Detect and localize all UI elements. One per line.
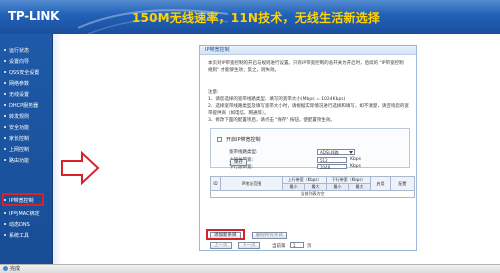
bullet-icon bbox=[4, 93, 6, 95]
sidebar-item-label: 上网控制 bbox=[9, 146, 30, 153]
bullet-icon bbox=[4, 137, 6, 139]
highlight-box-active-item bbox=[2, 193, 44, 206]
sidebar-item-security[interactable]: 安全功能 bbox=[0, 122, 53, 132]
sidebar-item-label: 运行状态 bbox=[9, 47, 30, 54]
sidebar-item-label: 路由功能 bbox=[9, 157, 30, 164]
col-downlink: 下行带宽（Kbps） bbox=[326, 176, 372, 184]
sidebar-item-label: 安全功能 bbox=[9, 124, 30, 131]
prev-page-button[interactable]: 上一页 bbox=[210, 242, 232, 249]
status-text: 完成 bbox=[10, 266, 21, 272]
sidebar-item-label: 动态DNS bbox=[9, 221, 30, 228]
bullet-icon bbox=[4, 234, 6, 236]
sidebar-item-dhcp[interactable]: DHCP服务器 bbox=[0, 100, 53, 110]
arrow-right-icon bbox=[61, 150, 100, 186]
sidebar-item-label: IP与MAC绑定 bbox=[9, 210, 40, 217]
bullet-icon bbox=[4, 60, 6, 62]
table-row-empty: 当前列表为空 bbox=[209, 190, 416, 198]
panel-title: IP带宽控制 bbox=[200, 46, 416, 55]
bullet-icon bbox=[4, 115, 6, 117]
sidebar-item-label: 转发规则 bbox=[9, 113, 30, 120]
bullet-icon bbox=[4, 126, 6, 128]
col-id: ID bbox=[210, 176, 221, 191]
col-up-max: 最大 bbox=[303, 183, 328, 191]
bullet-icon bbox=[4, 223, 6, 225]
sidebar-item-label: QSS安全设置 bbox=[9, 69, 40, 76]
bullet-icon bbox=[4, 148, 6, 150]
content-window: IP带宽控制 本页对IP带宽控制的开启与规则进行设置。只有IP带宽控制的总开关为… bbox=[199, 45, 417, 251]
save-button[interactable]: 保存 bbox=[230, 159, 247, 166]
sidebar-item-setup-wizard[interactable]: 设置向导 bbox=[0, 56, 53, 66]
sidebar-nav: 运行状态 设置向导 QSS安全设置 网络参数 无线设置 DHCP服务器 转发规则… bbox=[0, 34, 53, 264]
highlight-box-add-button bbox=[206, 229, 245, 240]
sidebar-item-label: DHCP服务器 bbox=[9, 102, 39, 109]
sidebar-item-qss[interactable]: QSS安全设置 bbox=[0, 67, 53, 77]
header-banner: TP-LINK 150M无线速率，11N技术，无线生活新选择 bbox=[0, 0, 500, 34]
sidebar-item-ddns[interactable]: 动态DNS bbox=[0, 219, 53, 229]
rules-table: ID IP地址范围 上行带宽（Kbps） 下行带宽（Kbps） 启用 配置 最小… bbox=[209, 176, 416, 198]
bullet-icon bbox=[4, 49, 6, 51]
bullet-icon bbox=[4, 82, 6, 84]
sidebar-divider bbox=[53, 34, 62, 264]
sidebar-item-label: 家长控制 bbox=[9, 135, 30, 142]
uplink-input[interactable]: 512 bbox=[317, 157, 347, 163]
notes-title: 注意: bbox=[208, 90, 219, 95]
delete-all-button[interactable]: 删除所有条目 bbox=[252, 232, 287, 239]
enable-checkbox[interactable] bbox=[217, 137, 222, 142]
sidebar-item-label: 系统工具 bbox=[9, 232, 30, 239]
tp-link-logo: TP-LINK bbox=[8, 9, 60, 23]
header-slogan: 150M无线速率，11N技术，无线生活新选择 bbox=[132, 11, 381, 25]
note-item: 2、选择宽带线路类型及填写宽带大小时，请根据实际情况进行选择和填写，如不清楚，请… bbox=[208, 104, 409, 116]
col-down-max: 最大 bbox=[348, 183, 372, 191]
col-config: 配置 bbox=[390, 176, 416, 191]
sidebar-item-wireless[interactable]: 无线设置 bbox=[0, 89, 53, 99]
ie-page-icon bbox=[3, 266, 8, 271]
line-type-select[interactable]: ADSL线路 bbox=[317, 149, 355, 155]
sidebar-item-status[interactable]: 运行状态 bbox=[0, 45, 53, 55]
table-header-row: ID IP地址范围 上行带宽（Kbps） 下行带宽（Kbps） 启用 配置 bbox=[210, 176, 416, 191]
col-enabled: 启用 bbox=[370, 176, 392, 191]
sidebar-item-parental[interactable]: 家长控制 bbox=[0, 133, 53, 143]
bullet-icon bbox=[4, 104, 6, 106]
empty-list-text: 当前列表为空 bbox=[209, 190, 416, 198]
bullet-icon bbox=[4, 212, 6, 214]
enable-label: 开启IP带宽控制 bbox=[226, 137, 261, 143]
note-item: 1、请您选择的宽带线路类型、填写的宽带大小(Mbps = 1024Kbps) bbox=[208, 97, 346, 102]
col-uplink: 上行带宽（Kbps） bbox=[281, 176, 328, 184]
col-down-min: 最小 bbox=[326, 183, 350, 191]
sidebar-item-ip-mac-binding[interactable]: IP与MAC绑定 bbox=[0, 208, 53, 218]
notes-section: 注意: 1、请您选择的宽带线路类型、填写的宽带大小(Mbps = 1024Kbp… bbox=[208, 89, 413, 124]
bullet-icon bbox=[4, 159, 6, 161]
sidebar-item-label: 设置向导 bbox=[9, 58, 30, 65]
bullet-icon bbox=[4, 71, 6, 73]
page-label: 当前第 bbox=[272, 244, 286, 249]
sidebar-item-routing[interactable]: 路由功能 bbox=[0, 155, 53, 165]
col-ip-range: IP地址范围 bbox=[220, 176, 283, 191]
page-suffix: 页 bbox=[307, 244, 312, 249]
line-type-label: 宽带线路类型: bbox=[229, 150, 258, 155]
sidebar-item-system-tools[interactable]: 系统工具 bbox=[0, 230, 53, 240]
sidebar-item-label: 网络参数 bbox=[9, 80, 30, 87]
next-page-button[interactable]: 下一页 bbox=[238, 242, 260, 249]
page-select[interactable]: 1 bbox=[290, 242, 304, 248]
uplink-unit: Kbps bbox=[350, 157, 362, 162]
col-up-min: 最小 bbox=[282, 183, 305, 191]
sidebar-item-network[interactable]: 网络参数 bbox=[0, 78, 53, 88]
downlink-unit: Kbps bbox=[350, 164, 362, 169]
browser-status-bar: 完成 bbox=[0, 264, 500, 273]
downlink-input[interactable]: 2048 bbox=[317, 164, 347, 170]
sidebar-item-label: 无线设置 bbox=[9, 91, 30, 98]
sidebar-item-forwarding[interactable]: 转发规则 bbox=[0, 111, 53, 121]
panel-description: 本页对IP带宽控制的开启与规则进行设置。只有IP带宽控制的总开关为开启时，后续的… bbox=[208, 61, 404, 73]
note-item: 3、修改下面的配置项后，请点击 "保存" 按钮，使配置项生效。 bbox=[208, 118, 335, 123]
sidebar-item-access-control[interactable]: 上网控制 bbox=[0, 144, 53, 154]
